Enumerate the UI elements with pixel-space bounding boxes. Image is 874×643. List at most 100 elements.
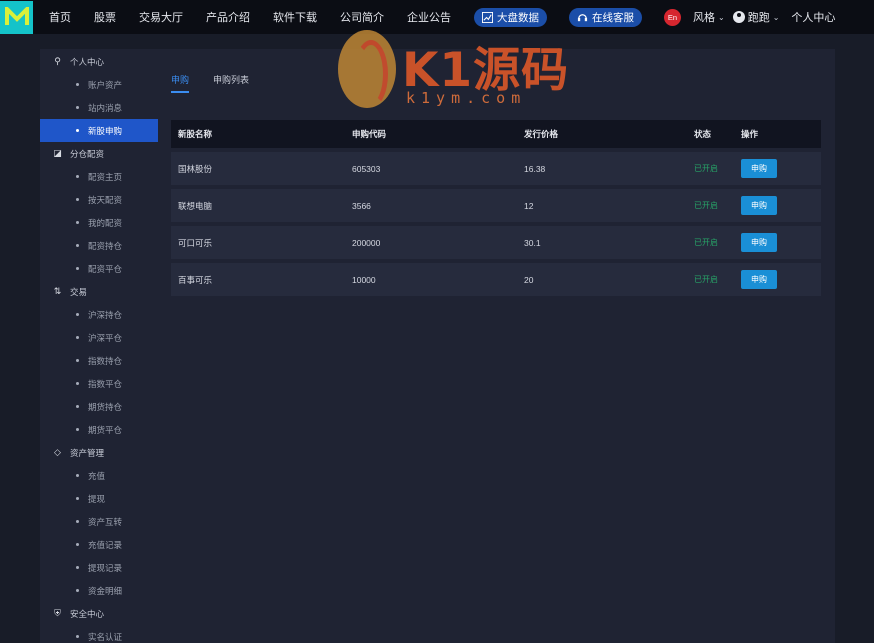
big-data-label: 大盘数据 [497,11,539,24]
sidebar-item-label: 按天配资 [88,194,123,205]
sidebar-item-margin-closed[interactable]: 配资平仓 [40,257,158,280]
style-dropdown[interactable]: 风格 ⌄ [693,9,725,25]
sidebar-item-label: 期货持仓 [88,401,123,412]
nav-products[interactable]: 产品介绍 [206,9,250,25]
bullet-icon [76,635,79,638]
sidebar-item-label: 配资持仓 [88,240,123,251]
sidebar-item-label: 沪深平仓 [88,332,123,343]
column-header-code: 申购代码 [352,129,387,139]
online-service-button[interactable]: 在线客服 [569,7,642,27]
cell-price: 12 [524,200,534,211]
bullet-icon [76,83,79,86]
big-data-button[interactable]: 大盘数据 [474,7,547,27]
sidebar-item-fund-details[interactable]: 资金明细 [40,579,158,602]
column-header-action: 操作 [741,129,759,139]
sidebar-item-withdraw-records[interactable]: 提现记录 [40,556,158,579]
user-avatar-icon [732,11,745,23]
bullet-icon [76,221,79,224]
nav-trading-hall[interactable]: 交易大厅 [139,9,183,25]
table-header: 新股名称 申购代码 发行价格 状态 操作 [171,120,821,148]
sidebar-item-a-share-positions[interactable]: 沪深持仓 [40,303,158,326]
sidebar-group-trading[interactable]: ⇅ 交易 [40,280,158,303]
subscribe-button[interactable]: 申购 [741,233,777,252]
bullet-icon [76,520,79,523]
sidebar-group-asset-management[interactable]: ◇ 资产管理 [40,441,158,464]
sidebar-item-index-positions[interactable]: 指数持仓 [40,349,158,372]
language-switch[interactable]: En [664,8,681,26]
online-service-label: 在线客服 [592,11,634,24]
bullet-icon [76,198,79,201]
page-gutter [835,34,874,643]
sidebar-group-margin-allocation[interactable]: ◪ 分仓配资 [40,142,158,165]
user-dropdown[interactable]: 跑跑 ⌄ [732,9,779,25]
table-row: 可口可乐 200000 30.1 已开启 申购 [171,226,821,259]
nav-announcements[interactable]: 企业公告 [407,9,451,25]
cell-action: 申购 [740,233,820,252]
personal-center-link[interactable]: 个人中心 [791,9,835,25]
cell-action: 申购 [740,159,820,178]
sidebar-item-identity-verification[interactable]: 实名认证 [40,625,158,643]
sidebar-item-messages[interactable]: 站内消息 [40,96,158,119]
app-logo[interactable] [0,0,33,34]
bullet-icon [76,244,79,247]
sidebar-group-personal-center[interactable]: ⚲ 个人中心 [40,50,158,73]
sidebar-item-label: 配资平仓 [88,263,123,274]
sidebar-item-index-closed[interactable]: 指数平仓 [40,372,158,395]
cell-action: 申购 [740,196,820,215]
chevron-down-icon: ⌄ [718,12,725,22]
sidebar-item-label: 指数持仓 [88,355,123,366]
user-icon: ⚲ [54,56,61,66]
sidebar-item-futures-closed[interactable]: 期货平仓 [40,418,158,441]
sidebar: ⚲ 个人中心 账户资产 站内消息 新股申购 ◪ 分仓配资 配资主页 按天配资 我… [40,49,158,643]
bullet-icon [76,428,79,431]
bullet-icon [76,106,79,109]
nav-home[interactable]: 首页 [49,9,71,25]
column-header-price: 发行价格 [524,129,559,139]
nav-stocks[interactable]: 股票 [94,9,116,25]
sidebar-item-margin-home[interactable]: 配资主页 [40,165,158,188]
sidebar-item-futures-positions[interactable]: 期货持仓 [40,395,158,418]
sidebar-group-security-center[interactable]: ⛨ 安全中心 [40,602,158,625]
subscribe-button[interactable]: 申购 [741,270,777,289]
sidebar-item-a-share-closed[interactable]: 沪深平仓 [40,326,158,349]
sidebar-item-label: 沪深持仓 [88,309,123,320]
sidebar-item-label: 新股申购 [88,125,123,136]
cell-name: 可口可乐 [178,237,213,248]
main-nav: 首页 股票 交易大厅 产品介绍 软件下载 公司简介 企业公告 大盘数据 在线客服… [49,7,835,27]
sidebar-item-label: 充值 [88,470,106,481]
username: 跑跑 [747,12,770,24]
nav-software-download[interactable]: 软件下载 [273,9,317,25]
nav-company-profile[interactable]: 公司简介 [340,9,384,25]
layers-icon: ◇ [54,447,61,457]
sidebar-item-label: 资金明细 [88,585,123,596]
sidebar-item-deposit[interactable]: 充值 [40,464,158,487]
sidebar-item-deposit-records[interactable]: 充值记录 [40,533,158,556]
tab-subscription-list[interactable]: 申购列表 [213,73,249,93]
top-navbar: 首页 股票 交易大厅 产品介绍 软件下载 公司简介 企业公告 大盘数据 在线客服… [0,0,874,34]
sidebar-item-asset-transfer[interactable]: 资产互转 [40,510,158,533]
sidebar-item-label: 提现 [88,493,106,504]
sidebar-item-label: 提现记录 [88,562,123,573]
bullet-icon [76,382,79,385]
chart-circle-icon: ◪ [53,148,62,158]
headset-icon [577,13,588,21]
sidebar-item-daily-margin[interactable]: 按天配资 [40,188,158,211]
sidebar-item-margin-positions[interactable]: 配资持仓 [40,234,158,257]
bullet-icon [76,589,79,592]
bullet-icon [76,336,79,339]
bullet-icon [76,543,79,546]
sidebar-group-label: 资产管理 [70,447,105,458]
sidebar-item-withdraw[interactable]: 提现 [40,487,158,510]
bullet-icon [76,474,79,477]
main-panel: ⚲ 个人中心 账户资产 站内消息 新股申购 ◪ 分仓配资 配资主页 按天配资 我… [40,49,835,643]
sidebar-item-ipo-subscription[interactable]: 新股申购 [40,119,158,142]
subscribe-button[interactable]: 申购 [741,159,777,178]
table-row: 联想电脑 3566 12 已开启 申购 [171,189,821,222]
cell-status: 已开启 [694,238,718,247]
tab-subscribe[interactable]: 申购 [171,73,190,93]
cell-price: 30.1 [524,237,541,248]
sidebar-item-account-assets[interactable]: 账户资产 [40,73,158,96]
subscribe-button[interactable]: 申购 [741,196,777,215]
sidebar-item-my-margin[interactable]: 我的配资 [40,211,158,234]
sidebar-item-label: 配资主页 [88,171,123,182]
